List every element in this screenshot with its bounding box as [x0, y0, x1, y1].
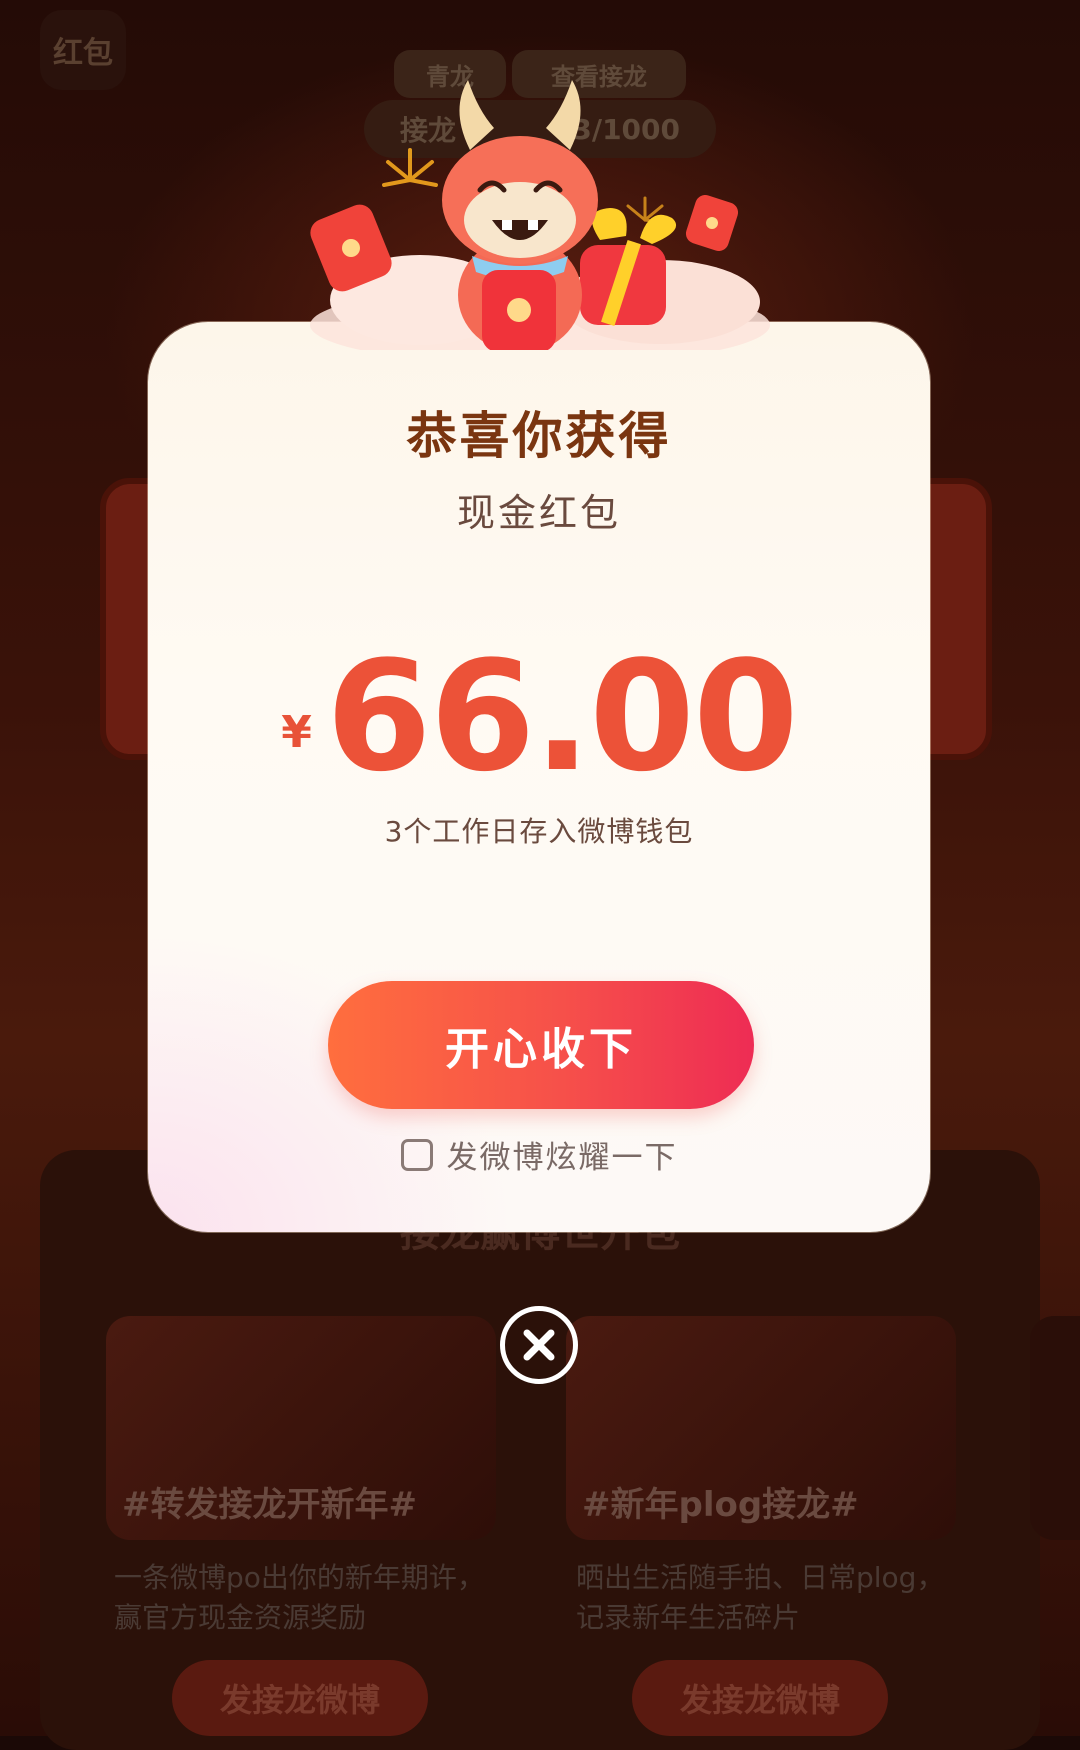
- red-packet-modal: 恭喜你获得 现金红包 ¥ 66.00 3个工作日存入微博钱包 开心收下 发微博炫…: [148, 322, 930, 1232]
- modal-title: 恭喜你获得: [406, 407, 672, 465]
- activity-card-1[interactable]: #转发接龙开新年#: [106, 1316, 496, 1540]
- post-chain-button[interactable]: 发接龙微博: [172, 1660, 428, 1736]
- card-tag: #新年plog接龙#: [582, 1485, 859, 1525]
- post-chain-button[interactable]: 发接龙微博: [632, 1660, 888, 1736]
- deposit-note: 3个工作日存入微博钱包: [384, 815, 694, 848]
- close-button[interactable]: [500, 1306, 578, 1384]
- card-tag: #转发接龙开新年#: [122, 1485, 417, 1525]
- card-description: 晒出生活随手拍、日常plog，记录新年生活碎片: [576, 1561, 945, 1634]
- gift-icon: [580, 208, 677, 327]
- red-envelope-icon: [685, 195, 739, 251]
- accept-button[interactable]: 开心收下: [328, 981, 754, 1109]
- close-icon: [523, 1329, 555, 1361]
- share-label: 发微博炫耀一下: [446, 1140, 678, 1176]
- dragon-mascot: [310, 80, 770, 350]
- share-option[interactable]: 发微博炫耀一下: [148, 1132, 930, 1177]
- modal-subtitle: 现金红包: [456, 491, 621, 535]
- activity-card-2[interactable]: #新年plog接龙#: [566, 1316, 956, 1540]
- page-title: 红包: [40, 10, 126, 90]
- amount-row: ¥ 66.00: [148, 628, 930, 805]
- activity-card-3-edge: [1030, 1316, 1080, 1540]
- accept-button-label: 开心收下: [445, 1025, 637, 1074]
- currency-symbol: ¥: [281, 707, 312, 758]
- dragon-icon: [442, 80, 598, 350]
- card-description: 一条微博po出你的新年期许，赢官方现金资源奖励: [114, 1561, 485, 1634]
- amount-value: 66.00: [325, 628, 799, 805]
- checkbox-icon[interactable]: [400, 1138, 433, 1171]
